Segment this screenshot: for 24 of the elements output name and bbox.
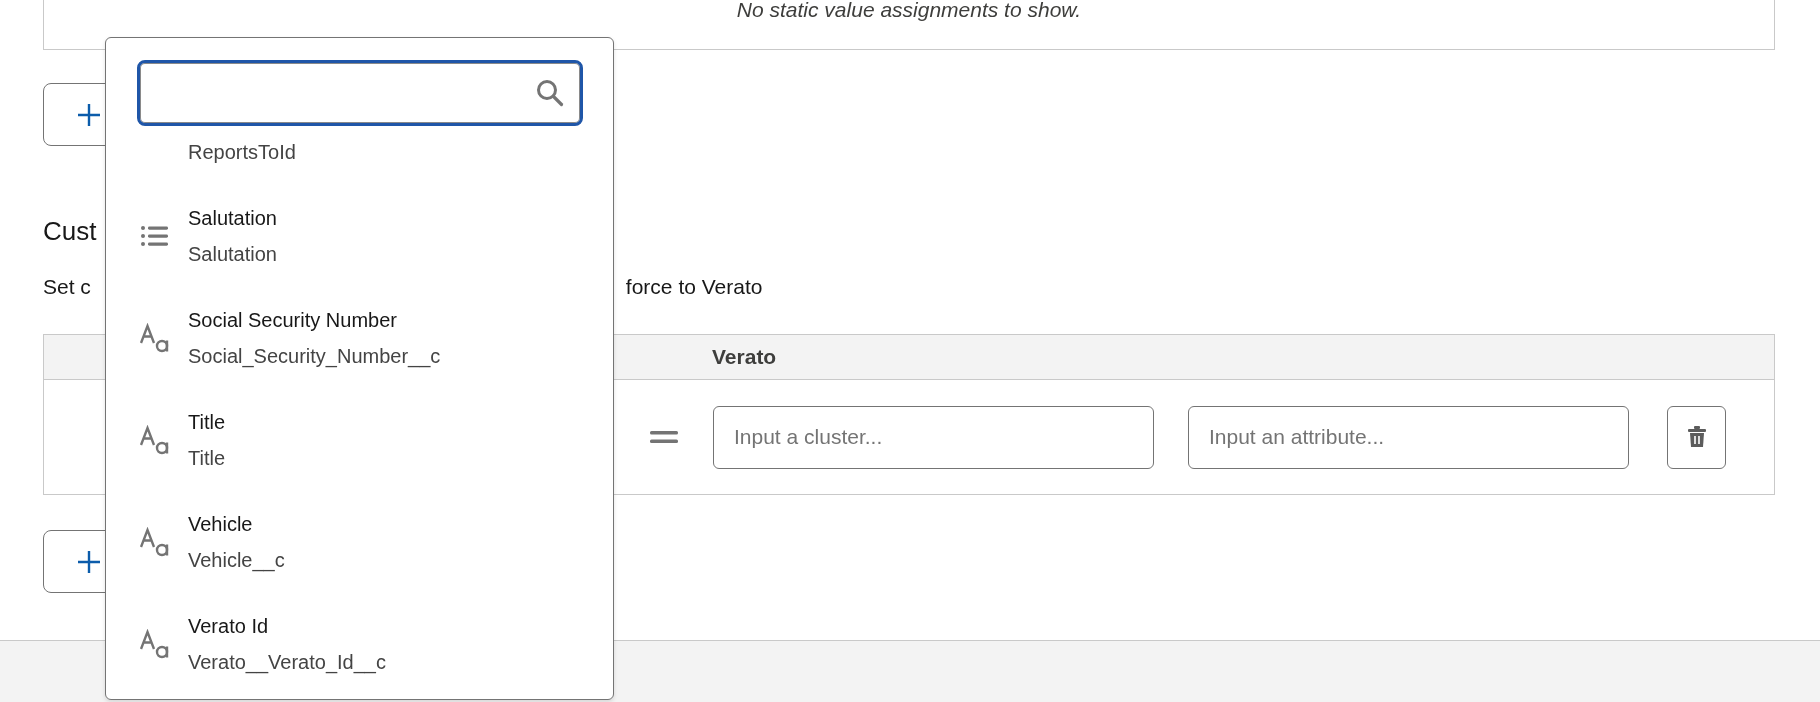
text-type-icon bbox=[140, 629, 170, 659]
empty-message: No static value assignments to show. bbox=[736, 0, 1082, 20]
field-option[interactable]: ReportsToId bbox=[106, 134, 613, 185]
text-type-icon bbox=[140, 425, 170, 455]
column-header: Verato bbox=[712, 344, 777, 371]
field-option[interactable]: Salutation Salutation bbox=[106, 185, 613, 287]
field-option[interactable]: Verato Id Verato__Verato_Id__c bbox=[106, 593, 613, 695]
field-option[interactable]: Vehicle Vehicle__c bbox=[106, 491, 613, 593]
equals-icon bbox=[650, 431, 678, 443]
search-icon bbox=[536, 79, 564, 107]
plus-icon bbox=[77, 549, 101, 574]
section-description: Set c bbox=[43, 274, 91, 300]
section-description: force to Verato bbox=[625, 274, 763, 300]
plus-icon bbox=[77, 102, 101, 127]
text-type-icon bbox=[140, 527, 170, 557]
attribute-input-field[interactable]: Input an attribute... bbox=[1188, 405, 1629, 469]
text-type-icon bbox=[140, 323, 170, 353]
field-option[interactable]: Title Title bbox=[106, 389, 613, 491]
search-field[interactable] bbox=[137, 60, 583, 126]
delete-button[interactable] bbox=[1667, 405, 1726, 469]
section-heading: Cust bbox=[43, 216, 97, 246]
cluster-input-field[interactable]: Input a cluster... bbox=[713, 405, 1154, 469]
trash-icon bbox=[1686, 426, 1707, 448]
field-option[interactable]: Social Security Number Social_Security_Number__c bbox=[106, 287, 613, 389]
